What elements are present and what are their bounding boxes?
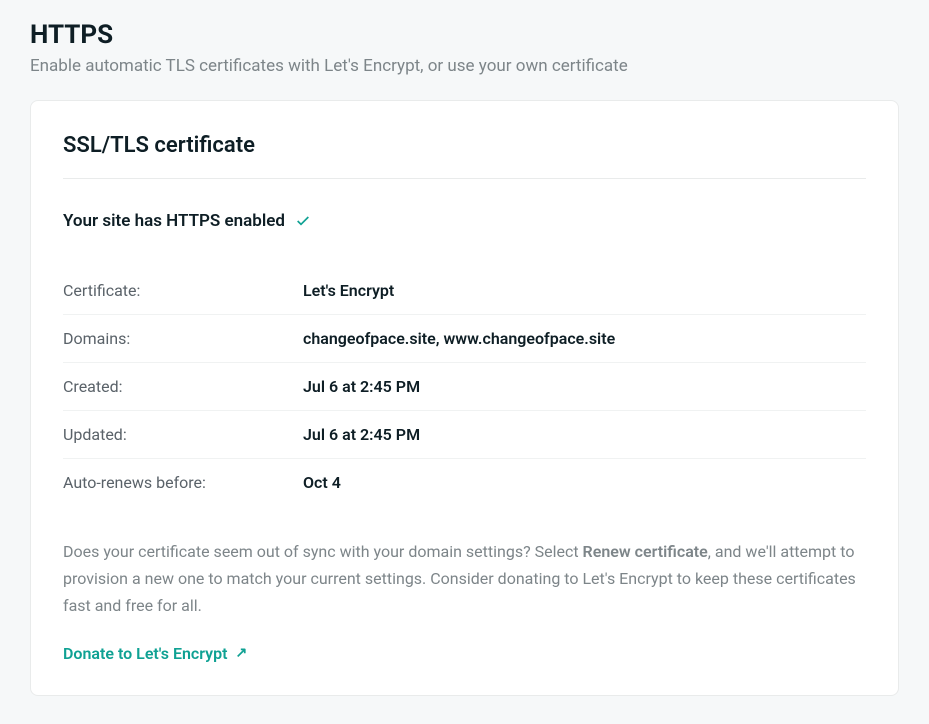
donate-link[interactable]: Donate to Let's Encrypt ↗	[63, 644, 247, 663]
check-icon	[295, 213, 311, 229]
detail-label-updated: Updated:	[63, 411, 303, 459]
detail-label-auto-renews: Auto-renews before:	[63, 459, 303, 507]
table-row: Updated: Jul 6 at 2:45 PM	[63, 411, 866, 459]
detail-value-domains: changeofpace.site, www.changeofpace.site	[303, 315, 866, 363]
page-subtitle: Enable automatic TLS certificates with L…	[30, 56, 899, 76]
donate-link-label: Donate to Let's Encrypt	[63, 644, 228, 663]
detail-value-certificate: Let's Encrypt	[303, 267, 866, 315]
ssl-certificate-card: SSL/TLS certificate Your site has HTTPS …	[30, 100, 899, 696]
page-header: HTTPS Enable automatic TLS certificates …	[30, 20, 899, 76]
table-row: Created: Jul 6 at 2:45 PM	[63, 363, 866, 411]
table-row: Auto-renews before: Oct 4	[63, 459, 866, 507]
help-text-pre: Does your certificate seem out of sync w…	[63, 542, 583, 561]
detail-value-created: Jul 6 at 2:45 PM	[303, 363, 866, 411]
page-title: HTTPS	[30, 20, 899, 50]
https-status-row: Your site has HTTPS enabled	[63, 211, 866, 231]
certificate-details-table: Certificate: Let's Encrypt Domains: chan…	[63, 267, 866, 506]
detail-value-auto-renews: Oct 4	[303, 459, 866, 507]
help-text: Does your certificate seem out of sync w…	[63, 538, 866, 620]
external-link-icon: ↗	[236, 645, 248, 661]
detail-value-updated: Jul 6 at 2:45 PM	[303, 411, 866, 459]
card-title: SSL/TLS certificate	[63, 133, 866, 179]
help-text-strong: Renew certificate	[583, 542, 708, 561]
detail-label-domains: Domains:	[63, 315, 303, 363]
detail-label-created: Created:	[63, 363, 303, 411]
table-row: Certificate: Let's Encrypt	[63, 267, 866, 315]
detail-label-certificate: Certificate:	[63, 267, 303, 315]
table-row: Domains: changeofpace.site, www.changeof…	[63, 315, 866, 363]
https-status-text: Your site has HTTPS enabled	[63, 211, 285, 231]
